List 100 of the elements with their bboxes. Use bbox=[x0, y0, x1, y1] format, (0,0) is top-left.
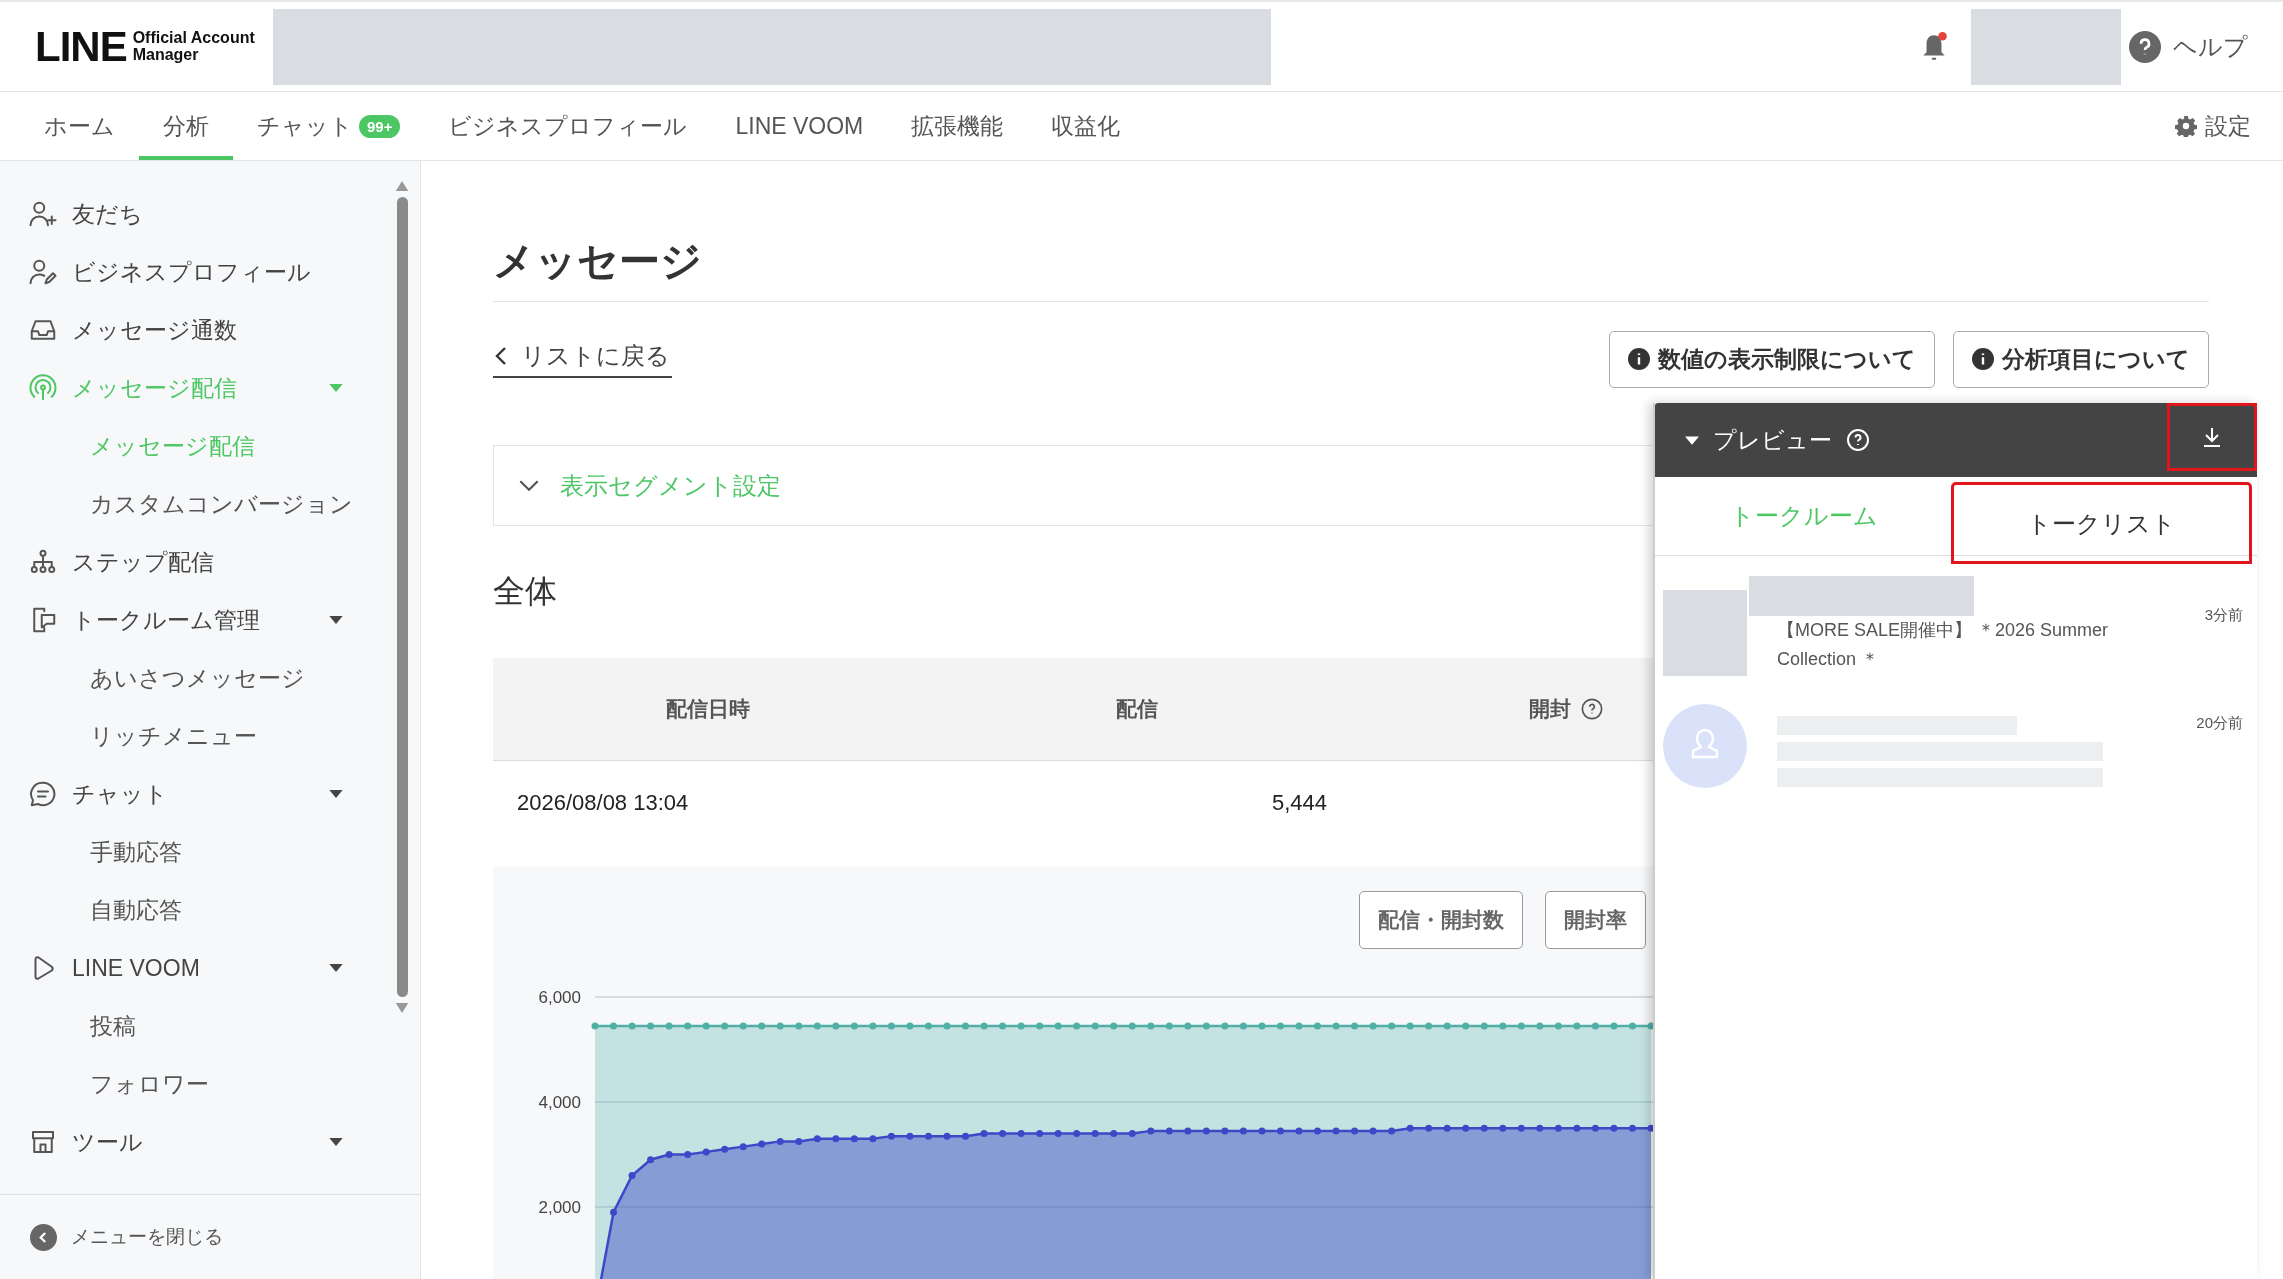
nav-tab[interactable]: ホーム bbox=[20, 92, 139, 160]
help-icon bbox=[2129, 30, 2161, 63]
point bbox=[647, 1022, 655, 1030]
point bbox=[943, 1022, 951, 1030]
point bbox=[1295, 1022, 1303, 1030]
point bbox=[1110, 1130, 1118, 1137]
point bbox=[980, 1130, 988, 1137]
point bbox=[610, 1208, 618, 1216]
nav-tab[interactable]: 収益化 bbox=[1027, 92, 1145, 160]
point bbox=[721, 1022, 729, 1030]
point bbox=[1147, 1022, 1155, 1030]
sidebar-subitem[interactable]: カスタムコンバージョン bbox=[28, 475, 353, 533]
point bbox=[1499, 1124, 1507, 1132]
point bbox=[906, 1132, 914, 1140]
broadcast-icon bbox=[28, 373, 58, 403]
sidebar-subitem[interactable]: あいさつメッセージ bbox=[28, 649, 305, 707]
sidebar-item[interactable]: ビジネスプロフィール bbox=[28, 243, 394, 301]
help-link[interactable]: ヘルプ bbox=[2129, 30, 2248, 63]
scroll-up-icon[interactable] bbox=[395, 181, 409, 191]
sidebar-subitem[interactable]: 投稿 bbox=[28, 997, 136, 1055]
column-header: 開封 bbox=[1528, 696, 1571, 722]
point bbox=[1147, 1127, 1155, 1135]
axis-tick-label: 4,000 bbox=[538, 1093, 581, 1112]
point bbox=[1017, 1022, 1025, 1030]
point bbox=[1443, 1124, 1451, 1132]
point bbox=[684, 1151, 692, 1158]
point bbox=[1202, 1127, 1210, 1135]
sidebar-item[interactable]: LINE VOOM bbox=[28, 939, 394, 997]
point bbox=[1258, 1022, 1266, 1030]
help-icon[interactable] bbox=[1580, 698, 1603, 720]
point bbox=[1369, 1127, 1377, 1135]
table-cell: 2026/08/08 13:04 bbox=[517, 790, 689, 816]
sidebar-item[interactable]: メッセージ通数 bbox=[28, 301, 394, 359]
nav-tab[interactable]: ビジネスプロフィール bbox=[424, 92, 712, 160]
point bbox=[1054, 1022, 1062, 1030]
chart-mode-button[interactable]: 配信・開封数 bbox=[1359, 891, 1523, 949]
preview-tab[interactable]: トークリスト bbox=[1952, 483, 2251, 563]
nav-tab[interactable]: LINE VOOM bbox=[711, 92, 888, 160]
count-badge: 99+ bbox=[359, 114, 401, 138]
point bbox=[1332, 1127, 1340, 1135]
sidebar-item[interactable]: チャット bbox=[28, 765, 394, 823]
point bbox=[628, 1022, 636, 1030]
sidebar-subitem[interactable]: 自動応答 bbox=[28, 881, 182, 939]
info-button[interactable]: 数値の表示制限について bbox=[1609, 330, 1935, 388]
point bbox=[1628, 1022, 1636, 1030]
point bbox=[869, 1135, 877, 1143]
point bbox=[1314, 1022, 1322, 1030]
point bbox=[702, 1022, 710, 1030]
sidebar-item[interactable]: ステップ配信 bbox=[28, 533, 394, 591]
sidebar-subitem[interactable]: リッチメニュー bbox=[28, 707, 257, 765]
point bbox=[813, 1135, 821, 1143]
point bbox=[887, 1022, 895, 1030]
chart-mode-button[interactable]: 開封率 bbox=[1545, 891, 1646, 949]
point bbox=[795, 1022, 803, 1030]
point bbox=[1462, 1124, 1470, 1132]
info-button[interactable]: 分析項目について bbox=[1953, 330, 2209, 388]
point bbox=[999, 1130, 1007, 1137]
point bbox=[1499, 1022, 1507, 1030]
sidebar-label: メッセージ通数 bbox=[72, 315, 238, 345]
point bbox=[1573, 1022, 1581, 1030]
point bbox=[850, 1022, 858, 1030]
point bbox=[1184, 1127, 1192, 1135]
point bbox=[869, 1022, 877, 1030]
point bbox=[1036, 1022, 1044, 1030]
point bbox=[628, 1172, 636, 1179]
point bbox=[1591, 1124, 1599, 1132]
sidebar-item[interactable]: ツール bbox=[28, 1113, 394, 1171]
point bbox=[1332, 1022, 1340, 1030]
point bbox=[1221, 1127, 1229, 1135]
point bbox=[1165, 1022, 1173, 1030]
info-icon bbox=[1972, 348, 1994, 370]
point bbox=[1591, 1022, 1599, 1030]
point bbox=[924, 1022, 932, 1030]
sidebar-subitem[interactable]: 手動応答 bbox=[28, 823, 182, 881]
scroll-down-icon[interactable] bbox=[395, 1003, 409, 1013]
chat-time: 20分前 bbox=[2196, 714, 2243, 733]
point bbox=[1221, 1022, 1229, 1030]
nav-tab[interactable]: チャット 99+ bbox=[233, 92, 425, 160]
point bbox=[776, 1022, 784, 1030]
chat-bubble-icon bbox=[28, 779, 58, 809]
close-menu-button[interactable]: メニューを閉じる bbox=[0, 1195, 223, 1279]
point bbox=[1369, 1022, 1377, 1030]
point bbox=[1351, 1127, 1359, 1135]
sidebar-item[interactable]: トークルーム管理 bbox=[28, 591, 394, 649]
point bbox=[739, 1022, 747, 1030]
settings-button[interactable]: 設定 bbox=[2175, 92, 2251, 160]
point bbox=[962, 1022, 970, 1030]
point bbox=[1110, 1022, 1118, 1030]
point bbox=[1239, 1022, 1247, 1030]
segment-label: 表示セグメント設定 bbox=[560, 470, 781, 501]
nav-tab[interactable]: 拡張機能 bbox=[887, 92, 1028, 160]
sidebar-subitem[interactable]: フォロワー bbox=[28, 1055, 209, 1113]
point bbox=[647, 1156, 655, 1164]
back-link[interactable]: リストに戻る bbox=[493, 340, 672, 378]
sidebar-label: ステップ配信 bbox=[72, 547, 215, 577]
avatar-icon bbox=[1663, 704, 1747, 788]
sidebar-item[interactable]: 友だち bbox=[28, 185, 394, 243]
info-icon bbox=[1628, 348, 1650, 370]
point bbox=[1480, 1022, 1488, 1030]
point bbox=[1036, 1130, 1044, 1137]
